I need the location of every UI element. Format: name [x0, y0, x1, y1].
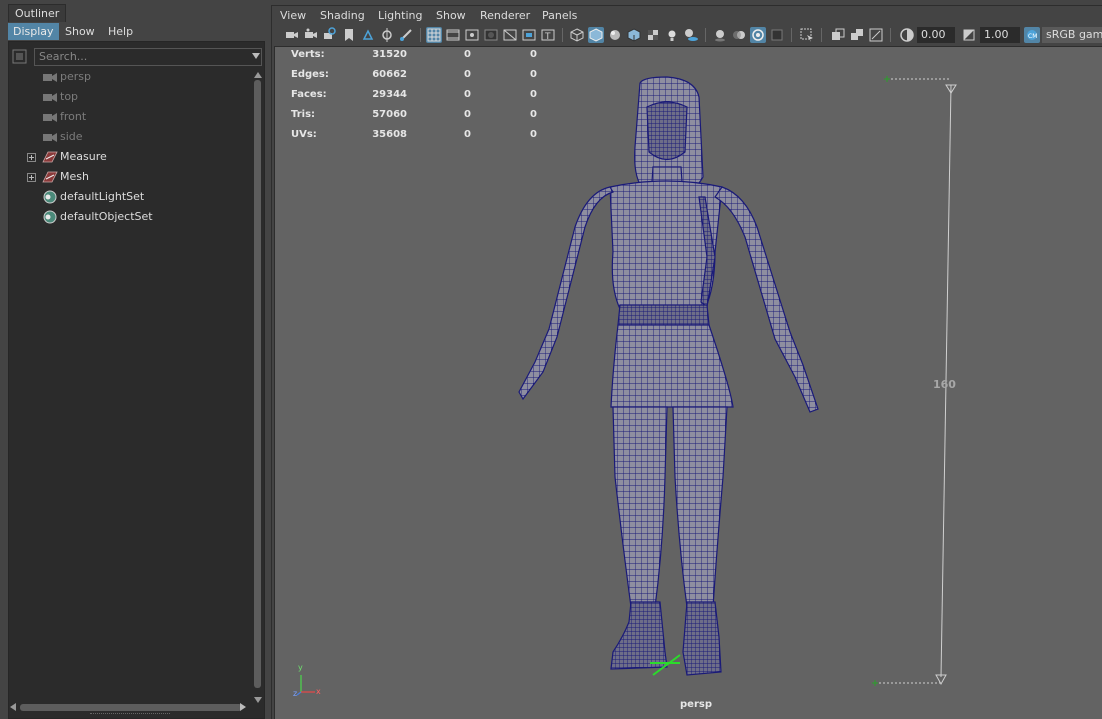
outliner-vertical-scrollbar[interactable] — [252, 72, 264, 703]
expand-mesh-icon[interactable] — [27, 173, 36, 182]
pencil-icon[interactable] — [398, 27, 414, 43]
outliner-item-label: Mesh — [60, 170, 89, 183]
field-chart-icon[interactable] — [502, 27, 518, 43]
isolate-select-icon[interactable] — [799, 27, 815, 43]
scroll-left-icon[interactable] — [10, 703, 16, 711]
camera-icon — [43, 133, 57, 142]
scrollbar-thumb[interactable] — [20, 704, 242, 711]
menu-shading[interactable]: Shading — [320, 7, 365, 24]
outliner-menu-display[interactable]: Display — [8, 23, 59, 40]
menu-show[interactable]: Show — [436, 7, 466, 24]
viewport-toolbar: T 0.00 1.00 CM sRGB gam — [272, 25, 1102, 45]
outliner-panel: Outliner Display Show Help Search... per… — [0, 0, 269, 719]
exposure-field[interactable]: 0.00 — [917, 27, 955, 43]
maya-main-window: Outliner Display Show Help Search... per… — [0, 0, 1102, 719]
multisample-aa-icon[interactable] — [750, 27, 766, 43]
outliner-menu-show[interactable]: Show — [60, 23, 100, 40]
outliner-item-label: defaultObjectSet — [60, 210, 153, 223]
outliner-item-label: top — [60, 90, 79, 103]
xray-active-components-icon[interactable] — [868, 27, 884, 43]
safe-title-icon[interactable]: T — [540, 27, 556, 43]
scroll-right-icon[interactable] — [240, 703, 246, 711]
svg-text:CM: CM — [1028, 33, 1037, 40]
menu-renderer[interactable]: Renderer — [480, 7, 530, 24]
film-gate-icon[interactable] — [445, 27, 461, 43]
filter-icon[interactable] — [11, 48, 28, 65]
gamma-field[interactable]: 1.00 — [980, 27, 1020, 43]
select-camera-icon[interactable] — [284, 27, 300, 43]
menu-panels[interactable]: Panels — [542, 7, 577, 24]
scrollbar-thumb[interactable] — [254, 80, 261, 688]
svg-text:T: T — [544, 32, 551, 42]
outliner-item-label: front — [60, 110, 87, 123]
outliner-item-label: side — [60, 130, 83, 143]
camera-name-label: persp — [680, 699, 712, 710]
outliner-search-row: Search... — [9, 47, 264, 67]
outliner-tab[interactable]: Outliner — [8, 4, 67, 22]
outliner-item-label: Measure — [60, 150, 107, 163]
panel-resize-grip[interactable] — [90, 713, 170, 716]
lights-icon[interactable] — [664, 27, 680, 43]
search-input[interactable]: Search... — [34, 48, 262, 66]
motion-blur-icon[interactable] — [731, 27, 747, 43]
outliner-menubar: Display Show Help — [8, 22, 269, 41]
textured-icon[interactable] — [645, 27, 661, 43]
screen-space-ao-icon[interactable] — [712, 27, 728, 43]
viewport-menubar: View Shading Lighting Show Renderer Pane… — [272, 6, 1102, 25]
camera-icon — [43, 73, 57, 82]
default-material-icon[interactable] — [607, 27, 623, 43]
shadows-icon[interactable] — [683, 27, 699, 43]
menu-view[interactable]: View — [280, 7, 306, 24]
safe-action-icon[interactable] — [521, 27, 537, 43]
search-dropdown-icon[interactable] — [252, 53, 260, 59]
camera-icon — [43, 113, 57, 122]
outliner-tree: Search... persp top front side Measure M… — [8, 41, 265, 719]
outliner-item-label: defaultLightSet — [60, 190, 145, 203]
character-mesh-wireframe[interactable] — [275, 47, 1102, 719]
image-plane-icon[interactable] — [341, 27, 357, 43]
gate-mask-icon[interactable] — [483, 27, 499, 43]
measure-transform-icon — [42, 151, 58, 163]
axis-z-label: z — [293, 689, 298, 698]
wireframe-on-shaded-icon[interactable] — [626, 27, 642, 43]
grid-icon[interactable] — [426, 27, 442, 43]
grease-pencil-icon[interactable] — [379, 27, 395, 43]
outliner-menu-help[interactable]: Help — [103, 23, 138, 40]
bookmark-camera-icon[interactable] — [322, 27, 338, 43]
resolution-gate-icon[interactable] — [464, 27, 480, 43]
mesh-transform-icon — [42, 171, 58, 183]
expand-measure-icon[interactable] — [27, 153, 36, 162]
axis-x-label: x — [316, 687, 321, 696]
2d-pan-zoom-icon[interactable] — [360, 27, 376, 43]
color-management-icon[interactable]: CM — [1024, 27, 1040, 43]
xray-icon[interactable] — [830, 27, 846, 43]
gamma-icon[interactable] — [961, 27, 977, 43]
menu-lighting[interactable]: Lighting — [378, 7, 422, 24]
set-icon — [43, 190, 57, 204]
view-transform-dropdown[interactable]: sRGB gamma — [1042, 27, 1102, 43]
xray-joints-icon[interactable] — [849, 27, 865, 43]
measure-distance-label: 160 — [933, 378, 956, 391]
exposure-icon[interactable] — [899, 27, 915, 43]
outliner-item-label: persp — [60, 70, 91, 83]
set-icon — [43, 210, 57, 224]
viewport-panel: View Shading Lighting Show Renderer Pane… — [271, 5, 1102, 719]
smooth-shade-icon[interactable] — [588, 27, 604, 43]
scroll-down-icon[interactable] — [254, 697, 262, 703]
depth-of-field-icon[interactable] — [769, 27, 785, 43]
3d-viewport[interactable]: Verts: 31520 0 0 Edges: 60662 0 0 Faces:… — [274, 46, 1102, 719]
scroll-up-icon[interactable] — [254, 72, 262, 78]
wireframe-icon[interactable] — [569, 27, 585, 43]
camera-icon — [43, 93, 57, 102]
axis-y-label: y — [298, 663, 303, 672]
camera-attributes-icon[interactable] — [303, 27, 319, 43]
